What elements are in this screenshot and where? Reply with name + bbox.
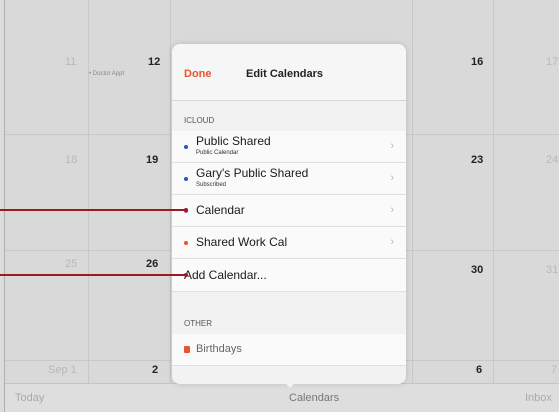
day-cell-19[interactable]: 19 xyxy=(146,154,158,166)
chevron-right-icon: › xyxy=(390,140,394,152)
calendar-row-label: Calendar xyxy=(196,203,245,217)
popover-header: Done Edit Calendars xyxy=(172,44,406,101)
day-cell-12[interactable]: 12 xyxy=(148,56,160,68)
popover-arrow xyxy=(282,380,298,388)
day-cell-7[interactable]: 7 xyxy=(551,364,557,376)
done-button[interactable]: Done xyxy=(184,68,212,80)
calendar-color-dot xyxy=(184,241,188,245)
calendar-row-label: Shared Work Cal xyxy=(196,235,288,249)
calendar-row-garys-public-shared[interactable]: Gary's Public Shared Subscribed › xyxy=(172,163,406,195)
add-calendar-label: Add Calendar... xyxy=(184,268,267,282)
day-cell-17[interactable]: 17 xyxy=(546,56,558,68)
section-label-icloud: ICLOUD xyxy=(184,116,215,125)
calendar-row-label: Birthdays xyxy=(196,343,242,355)
day-cell-sep-1[interactable]: Sep 1 xyxy=(48,364,77,376)
calendar-row-birthdays[interactable]: Birthdays xyxy=(172,334,406,366)
calendar-row-subtitle: Public Calendar xyxy=(196,150,239,156)
calendars-button[interactable]: Calendars xyxy=(289,392,339,404)
grid-line xyxy=(412,0,413,384)
chevron-right-icon: › xyxy=(390,172,394,184)
chevron-right-icon: › xyxy=(390,204,394,216)
day-cell-23[interactable]: 23 xyxy=(471,154,483,166)
day-cell-2[interactable]: 2 xyxy=(152,364,158,376)
calendar-row-calendar[interactable]: Calendar › xyxy=(172,195,406,227)
event-doctor-appt[interactable]: • Doctor Appt xyxy=(89,71,124,77)
birthday-cake-icon xyxy=(184,346,190,353)
day-cell-31[interactable]: 31 xyxy=(546,264,558,276)
today-button[interactable]: Today xyxy=(15,392,44,404)
day-cell-30[interactable]: 30 xyxy=(471,264,483,276)
callout-line-calendar xyxy=(0,209,186,211)
grid-line xyxy=(493,0,494,384)
calendar-row-label: Gary's Public Shared xyxy=(196,166,309,180)
calendar-row-label: Public Shared xyxy=(196,134,271,148)
calendar-row-public-shared[interactable]: Public Shared Public Calendar › xyxy=(172,131,406,163)
grid-line xyxy=(88,0,89,384)
section-label-other: OTHER xyxy=(184,319,212,328)
callout-dot xyxy=(184,273,188,277)
callout-line-add-calendar xyxy=(0,274,186,276)
edit-calendars-popover: Done Edit Calendars ICLOUD Public Shared… xyxy=(172,44,406,384)
day-cell-26[interactable]: 26 xyxy=(146,258,158,270)
chevron-right-icon: › xyxy=(390,236,394,248)
calendar-row-shared-work-cal[interactable]: Shared Work Cal › xyxy=(172,227,406,259)
day-cell-25[interactable]: 25 xyxy=(65,258,77,270)
calendar-color-dot xyxy=(184,177,188,181)
day-cell-18[interactable]: 18 xyxy=(65,154,77,166)
inbox-button[interactable]: Inbox xyxy=(525,392,552,404)
day-cell-24[interactable]: 24 xyxy=(546,154,558,166)
calendar-color-dot xyxy=(184,145,188,149)
calendar-row-subtitle: Subscribed xyxy=(196,182,227,188)
grid-line xyxy=(170,0,171,384)
day-cell-11[interactable]: 11 xyxy=(65,56,76,68)
day-cell-6[interactable]: 6 xyxy=(476,364,482,376)
callout-dot xyxy=(184,208,188,212)
day-cell-16[interactable]: 16 xyxy=(471,56,483,68)
add-calendar-button[interactable]: Add Calendar... xyxy=(172,259,406,292)
popover-title: Edit Calendars xyxy=(246,68,324,80)
